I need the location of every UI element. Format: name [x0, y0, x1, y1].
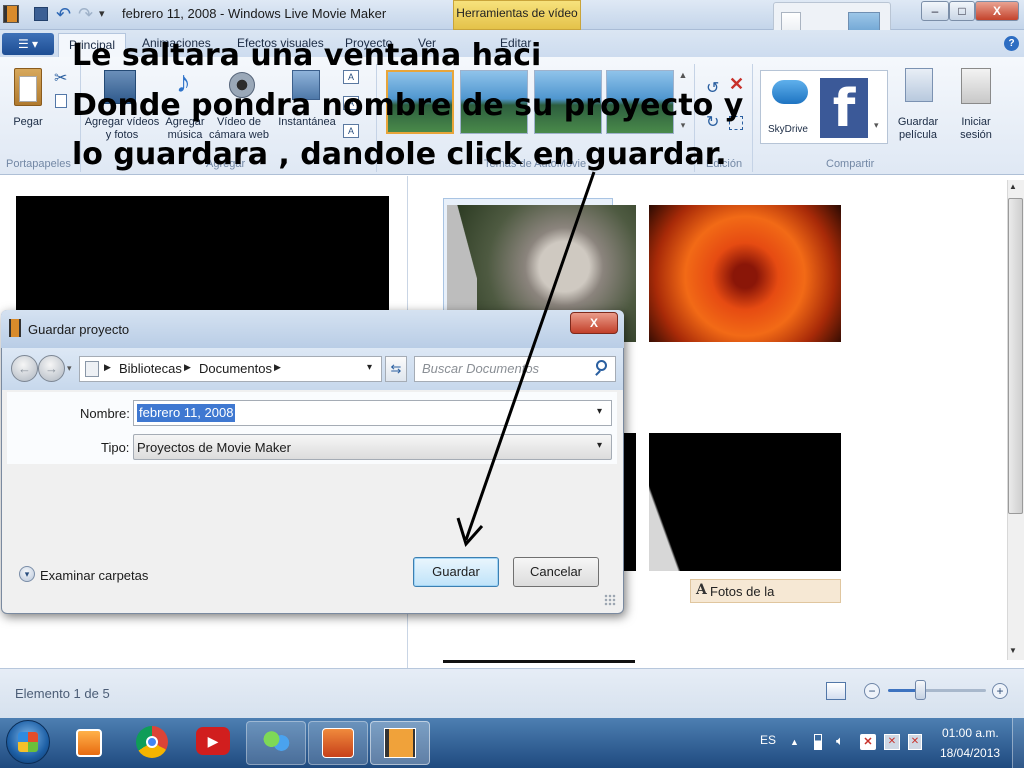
- show-desktop-button[interactable]: [1012, 718, 1024, 768]
- powerpoint-glyph: [322, 728, 354, 758]
- folder-icon: [85, 361, 99, 377]
- show-hidden-icons[interactable]: ▲: [790, 737, 799, 747]
- messenger-glyph: [261, 730, 291, 756]
- storyboard-view-icon[interactable]: [826, 682, 846, 700]
- close-button[interactable]: X: [975, 1, 1019, 21]
- signin-button-label[interactable]: Iniciar sesión: [950, 116, 1002, 142]
- network-icon[interactable]: ✕: [884, 734, 900, 750]
- scroll-down-icon[interactable]: ▼: [1009, 646, 1017, 655]
- breadcrumb-documentos[interactable]: Documentos: [199, 361, 272, 376]
- caption-icon-a: A: [696, 582, 707, 598]
- caption-clip-text: Fotos de la: [710, 584, 775, 599]
- window-title: febrero 11, 2008 - Windows Live Movie Ma…: [122, 6, 387, 21]
- scroll-thumb[interactable]: [1008, 198, 1023, 514]
- clock-time[interactable]: 01:00 a.m.: [942, 726, 999, 740]
- clock-date[interactable]: 18/04/2013: [940, 746, 1000, 760]
- group-label-clipboard: Portapapeles: [6, 158, 71, 170]
- save-button[interactable]: Guardar: [413, 557, 499, 587]
- browse-folders-label[interactable]: Examinar carpetas: [40, 568, 148, 583]
- item-counter: Elemento 1 de 5: [15, 686, 110, 701]
- save-icon[interactable]: [34, 7, 48, 21]
- zoom-in-icon[interactable]: +: [992, 683, 1008, 699]
- paste-button-label[interactable]: Pegar: [8, 116, 48, 129]
- volume-icon[interactable]: 🔈︎: [836, 733, 844, 749]
- save-movie-button-label[interactable]: Guardar película: [890, 116, 946, 142]
- recent-locations-dropdown-icon[interactable]: ▾: [67, 363, 72, 374]
- scroll-up-icon[interactable]: ▲: [1009, 182, 1017, 191]
- skydrive-icon[interactable]: [772, 80, 808, 104]
- dialog-app-icon: [9, 319, 21, 337]
- breadcrumb-bibliotecas[interactable]: Bibliotecas: [119, 361, 182, 376]
- playback-indicator-line: [443, 660, 635, 663]
- back-button[interactable]: ←: [11, 355, 38, 382]
- video-tools-context-tab: Herramientas de vídeo: [453, 0, 581, 30]
- type-select-value: Proyectos de Movie Maker: [137, 440, 291, 455]
- language-indicator[interactable]: ES: [760, 733, 776, 747]
- cancel-button[interactable]: Cancelar: [513, 557, 599, 587]
- search-placeholder: Buscar Documentos: [422, 361, 540, 376]
- cut-icon[interactable]: ✂: [54, 68, 67, 88]
- forward-button[interactable]: →: [38, 355, 65, 382]
- share-gallery-more-icon[interactable]: ▾: [874, 120, 879, 131]
- dialog-title: Guardar proyecto: [28, 322, 130, 337]
- name-field-value: febrero 11, 2008: [137, 404, 236, 422]
- name-label: Nombre:: [80, 406, 130, 421]
- dialog-close-button[interactable]: X: [570, 312, 618, 334]
- media-player-glyph: [76, 729, 102, 757]
- gallery-scroll-up-icon[interactable]: ▲: [677, 70, 689, 90]
- quick-access-dropdown-icon[interactable]: ▾: [99, 7, 105, 20]
- dialog-resize-grip[interactable]: [604, 594, 616, 606]
- copy-icon[interactable]: [55, 94, 67, 108]
- help-icon[interactable]: ?: [1004, 36, 1019, 51]
- credits-icon[interactable]: A: [343, 124, 359, 138]
- zoom-out-icon[interactable]: −: [864, 683, 880, 699]
- refresh-button[interactable]: ⇆: [385, 356, 407, 382]
- clip-flower-image[interactable]: [649, 205, 841, 342]
- start-orb-flag: [18, 732, 38, 752]
- skydrive-label[interactable]: SkyDrive: [762, 123, 814, 136]
- annotation-line-3: lo guardara , dandole click en guardar.: [72, 137, 727, 172]
- chrome-center: [146, 736, 158, 748]
- breadcrumb-separator-icon[interactable]: ▶: [104, 362, 111, 373]
- battery-icon[interactable]: [814, 734, 822, 750]
- annotation-line-1: Le saltara una ventana haci: [72, 38, 542, 73]
- taskbar-youtube-icon[interactable]: ▶: [196, 727, 230, 755]
- minimize-button[interactable]: –: [921, 1, 949, 21]
- group-separator: [752, 64, 753, 172]
- power-icon[interactable]: ✕: [908, 734, 922, 750]
- paste-clipboard-sheet: [19, 76, 37, 102]
- breadcrumb-separator-icon[interactable]: ▶: [274, 362, 281, 373]
- breadcrumb-separator-icon[interactable]: ▶: [184, 362, 191, 373]
- application-menu-button[interactable]: ☰ ▾: [2, 33, 54, 55]
- type-dropdown-icon[interactable]: ▾: [597, 440, 602, 451]
- search-icon[interactable]: [596, 360, 607, 371]
- type-label: Tipo:: [101, 440, 130, 455]
- annotation-line-2: Donde pondra nombre de su proyecto y: [72, 88, 744, 123]
- address-dropdown-icon[interactable]: ▾: [367, 362, 372, 373]
- browse-folders-toggle-icon[interactable]: ▾: [19, 566, 35, 582]
- undo-icon[interactable]: ↶: [56, 4, 71, 25]
- action-center-icon[interactable]: ✕: [860, 734, 876, 750]
- zoom-slider-thumb[interactable]: [915, 680, 926, 700]
- signin-icon[interactable]: [961, 68, 991, 104]
- zoom-slider-track[interactable]: [888, 689, 986, 692]
- clip-black-2[interactable]: [649, 433, 841, 571]
- redo-icon[interactable]: ↷: [78, 4, 93, 25]
- maximize-button[interactable]: □: [949, 1, 975, 21]
- name-dropdown-icon[interactable]: ▾: [597, 406, 602, 417]
- save-movie-icon[interactable]: [905, 68, 933, 102]
- app-icon[interactable]: [3, 5, 19, 23]
- facebook-icon[interactable]: f: [820, 78, 868, 139]
- movie-maker-glyph: [384, 728, 416, 758]
- group-label-share: Compartir: [826, 158, 875, 170]
